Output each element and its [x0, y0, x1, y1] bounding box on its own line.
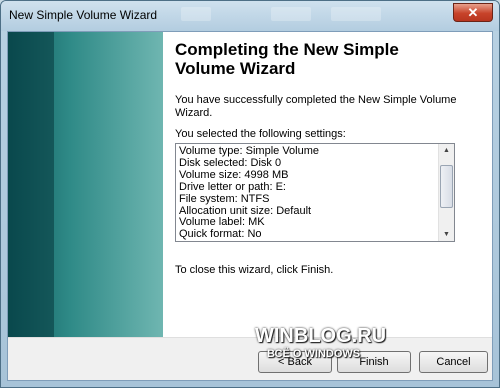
background-ghost	[271, 7, 311, 21]
page-title: Completing the New Simple Volume Wizard	[175, 40, 475, 78]
page-title-line-2: Volume Wizard	[175, 59, 296, 78]
banner-shade	[8, 32, 54, 337]
settings-label: You selected the following settings:	[175, 128, 346, 140]
settings-item-quick-format: Quick format: No	[179, 228, 262, 241]
window-title: New Simple Volume Wizard	[9, 8, 158, 22]
background-ghost	[331, 7, 381, 21]
settings-summary-box[interactable]: Volume type: Simple Volume Disk selected…	[175, 143, 455, 242]
finish-instruction: To close this wizard, click Finish.	[175, 264, 334, 276]
wizard-content: Completing the New Simple Volume Wizard …	[175, 32, 485, 337]
finish-button[interactable]: Finish	[337, 351, 411, 373]
wizard-window: New Simple Volume Wizard ✕ Completing th…	[0, 0, 500, 388]
success-line-2: Wizard.	[175, 107, 213, 119]
wizard-side-banner	[8, 32, 163, 337]
settings-item-file-system: File system: NTFS	[179, 192, 270, 205]
cancel-button[interactable]: Cancel	[419, 351, 488, 373]
settings-item-volume-size: Volume size: 4998 MB	[179, 168, 289, 181]
scroll-thumb[interactable]	[440, 165, 453, 208]
page-title-line-1: Completing the New Simple	[175, 40, 399, 59]
settings-scrollbar[interactable]: ▲ ▼	[438, 144, 454, 241]
success-message: You have successfully completed the New …	[175, 94, 475, 120]
close-icon: ✕	[467, 5, 479, 20]
scroll-up-icon[interactable]: ▲	[439, 144, 454, 157]
button-bar: < Back Finish Cancel	[8, 337, 492, 380]
close-button[interactable]: ✕	[453, 3, 493, 22]
background-ghost	[181, 7, 211, 21]
title-bar[interactable]: New Simple Volume Wizard ✕	[1, 1, 499, 31]
back-button[interactable]: < Back	[258, 351, 332, 373]
settings-item-drive-letter: Drive letter or path: E:	[179, 180, 286, 193]
success-line-1: You have successfully completed the New …	[175, 94, 457, 106]
settings-list: Volume type: Simple Volume Disk selected…	[179, 145, 319, 241]
scroll-down-icon[interactable]: ▼	[439, 228, 454, 241]
wizard-client-area: Completing the New Simple Volume Wizard …	[7, 31, 493, 381]
